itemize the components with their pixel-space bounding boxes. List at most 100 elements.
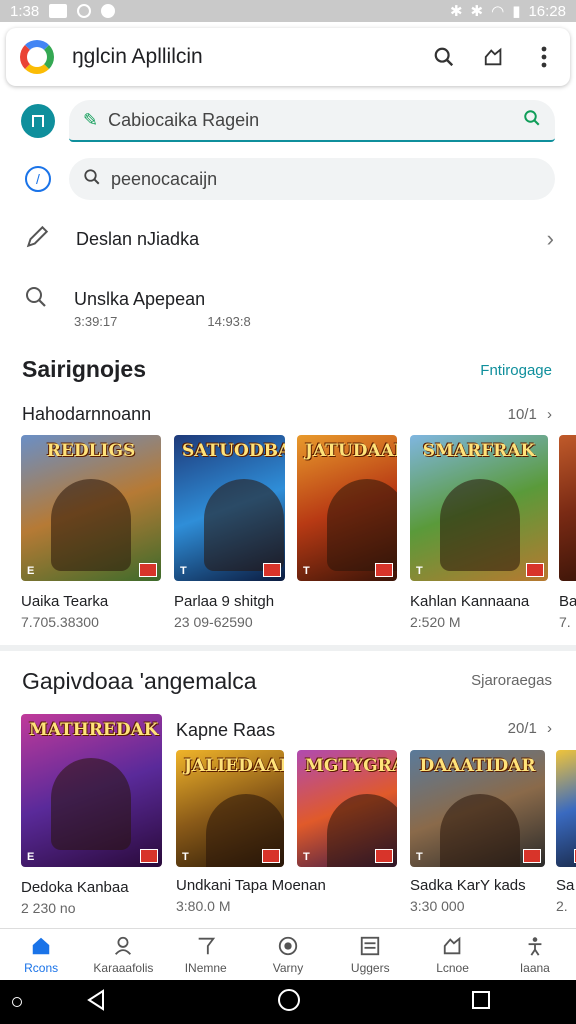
game-card[interactable]: SMARFRAK T Kahlan Kannaana 2:520 M bbox=[410, 435, 548, 630]
game-character-art bbox=[51, 758, 131, 850]
nav-item-label: Uggers bbox=[350, 960, 390, 975]
game-logo-text: MATHREDAK bbox=[29, 720, 159, 740]
chevron-right-icon: › bbox=[546, 226, 554, 251]
rating-badge: T bbox=[416, 851, 423, 863]
game-thumbnail: SMARFRAK T bbox=[410, 435, 548, 581]
publisher-badge-icon bbox=[140, 849, 158, 863]
primary-search-text: Cabiocaika Ragein bbox=[108, 109, 260, 130]
accessibility-icon bbox=[528, 936, 542, 956]
search-icon bbox=[83, 168, 101, 191]
nav-item[interactable]: Lcnoe bbox=[411, 929, 493, 980]
secondary-search-bar[interactable]: peenocacaijn bbox=[69, 158, 555, 200]
subsection-title: Kapne Raas bbox=[176, 720, 276, 740]
publisher-badge-icon bbox=[523, 849, 541, 863]
status-bar: 1:38 ✱ ✱ ◠ ▮ 16:28 bbox=[0, 0, 576, 22]
game-thumbnail bbox=[559, 435, 576, 581]
game-character-art bbox=[204, 479, 284, 571]
list-icon bbox=[361, 936, 380, 955]
nav-item-label: Iaana bbox=[519, 960, 550, 975]
game-character-art bbox=[440, 479, 520, 571]
recents-icon[interactable] bbox=[471, 990, 491, 1015]
person-icon bbox=[115, 936, 132, 955]
back-icon[interactable] bbox=[85, 988, 107, 1016]
publisher-badge-icon bbox=[375, 563, 393, 577]
publisher-badge-icon bbox=[139, 563, 157, 577]
nav-item-label: INemne bbox=[184, 960, 227, 975]
game-card[interactable]: REDLIGS E Uaika Tearka 7.705.38300 bbox=[21, 435, 161, 630]
rating-badge: E bbox=[27, 851, 35, 863]
game-thumbnail bbox=[556, 750, 576, 867]
list-item-meta: 14:93:8 bbox=[207, 314, 251, 329]
game-card[interactable]: Ba 7. bbox=[559, 435, 576, 630]
list-item-meta: 3:39:17 bbox=[74, 314, 118, 329]
game-logo-text: MGTYGRAS bbox=[305, 756, 397, 776]
section-link[interactable]: Sjaroraegas bbox=[471, 672, 552, 689]
section-title: Gapivdoaa 'angemalca bbox=[22, 668, 257, 694]
game-thumbnail: MATHREDAK E bbox=[21, 714, 162, 867]
game-title: Ba bbox=[559, 593, 576, 610]
subsection-title: Hahodarnnoann bbox=[22, 404, 152, 424]
nav-item[interactable]: Uggers bbox=[329, 929, 411, 980]
game-logo-text: JATUDAARS bbox=[305, 441, 397, 461]
nav-item[interactable]: Iaana bbox=[494, 929, 576, 980]
search-icon bbox=[24, 285, 48, 314]
game-title: Kahlan Kannaana bbox=[410, 593, 530, 610]
home-button-icon[interactable] bbox=[277, 988, 301, 1017]
game-title: Dedoka Kanbaa bbox=[21, 879, 129, 896]
chevron-right-icon: › bbox=[547, 720, 552, 737]
subsection-count[interactable]: 10/1 › bbox=[508, 406, 552, 423]
nav-item-label: Rcons bbox=[24, 960, 59, 975]
bluetooth-icon: ✱ bbox=[449, 3, 463, 20]
game-character-art bbox=[51, 479, 131, 571]
nav-item[interactable]: Karaaafolis bbox=[82, 929, 164, 980]
game-meta: 7.705.38300 bbox=[21, 614, 99, 630]
home-icon bbox=[32, 937, 50, 954]
share-icon bbox=[443, 936, 460, 954]
pen-icon bbox=[24, 224, 50, 255]
game-title: Undkani Tapa Moenan bbox=[176, 877, 326, 894]
nav-item[interactable]: Rcons bbox=[0, 929, 82, 980]
game-card[interactable]: JATUDAARS T bbox=[297, 435, 397, 593]
subsection-count[interactable]: 20/1 › bbox=[508, 720, 552, 737]
chat-icon bbox=[101, 4, 116, 18]
primary-search-bar[interactable]: ✎ Cabiocaika Ragein bbox=[69, 100, 555, 142]
game-card[interactable]: MATHREDAK E Dedoka Kanbaa 2 230 no bbox=[21, 714, 162, 916]
game-card[interactable]: DAAATIDAR T Sadka KarY kads 3:30 000 bbox=[410, 750, 545, 914]
nav-item[interactable]: INemne bbox=[165, 929, 247, 980]
nav-item-label: Varny bbox=[272, 960, 304, 975]
app-title: ŋglcin Apllilcin bbox=[72, 45, 203, 68]
search-icon[interactable] bbox=[432, 45, 456, 69]
game-thumbnail: JATUDAARS T bbox=[297, 435, 397, 581]
more-vert-icon[interactable] bbox=[532, 45, 556, 69]
list-item[interactable]: Deslan nJiadka › bbox=[0, 214, 576, 264]
search-icon[interactable] bbox=[523, 109, 541, 132]
section-link[interactable]: Fntirogage bbox=[480, 362, 552, 379]
game-meta: 2:520 M bbox=[410, 614, 461, 630]
account-icon[interactable] bbox=[21, 104, 55, 138]
game-meta: 2. bbox=[556, 898, 568, 914]
game-meta: 2 230 no bbox=[21, 900, 76, 916]
wifi-icon: ◠ bbox=[491, 3, 505, 20]
game-logo-text: JALIEDAAR bbox=[184, 756, 284, 776]
game-meta: 7. bbox=[559, 614, 571, 630]
game-logo-text: REDLIGS bbox=[46, 441, 136, 461]
compass-icon[interactable]: / bbox=[25, 166, 51, 192]
sync-icon bbox=[77, 4, 92, 18]
rating-badge: T bbox=[303, 565, 310, 577]
share-icon[interactable] bbox=[482, 45, 506, 69]
list-item-label: Deslan nJiadka bbox=[76, 228, 200, 249]
game-card[interactable]: JALIEDAAR T Undkani Tapa Moenan 3:80.0 M bbox=[176, 750, 326, 914]
game-thumbnail: DAAATIDAR T bbox=[410, 750, 545, 867]
game-card[interactable]: MGTYGRAS T bbox=[297, 750, 397, 877]
game-card[interactable]: SATUODBAR T Parlaa 9 shitgh 23 09-62590 bbox=[174, 435, 285, 630]
game-card[interactable]: Sa 2. bbox=[556, 750, 576, 914]
publisher-badge-icon bbox=[263, 563, 281, 577]
section-divider bbox=[0, 645, 576, 651]
game-character-art bbox=[440, 794, 520, 867]
rating-badge: E bbox=[27, 565, 35, 577]
list-item-label: Unslka Apepean bbox=[74, 288, 206, 309]
rating-badge: T bbox=[416, 565, 423, 577]
nav-item[interactable]: Varny bbox=[247, 929, 329, 980]
signal-icon: ▮ bbox=[512, 3, 521, 20]
secondary-search-text: peenocacaijn bbox=[111, 168, 218, 189]
